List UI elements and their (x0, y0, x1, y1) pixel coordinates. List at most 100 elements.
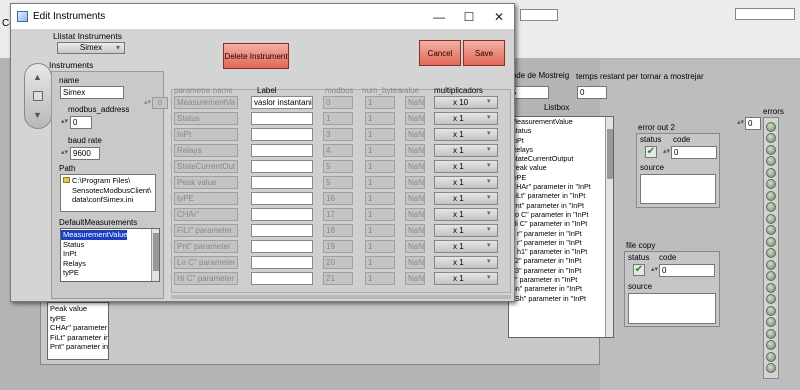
num-bytes-cell: 1 (365, 224, 395, 237)
maximize-icon[interactable]: ☐ (454, 10, 484, 24)
table-index-field[interactable]: 0 (152, 97, 168, 109)
modbus-address-field[interactable]: 0 (70, 116, 92, 129)
table-bottom-edge (171, 295, 511, 299)
error-led (766, 282, 776, 293)
list-item[interactable]: Relays (509, 145, 613, 154)
error-led (766, 121, 776, 132)
param-name-cell: FiLt" parameter (174, 224, 238, 237)
num-bytes-cell: 1 (365, 208, 395, 221)
list-item[interactable]: Peak value (509, 163, 613, 172)
list-item[interactable]: Pnt" parameter in (48, 342, 108, 352)
error-led (766, 144, 776, 155)
error-led (766, 179, 776, 189)
error-code-spinner[interactable]: ▴▾ (663, 147, 670, 155)
periode-field[interactable]: 5 (509, 86, 549, 99)
label-input[interactable] (251, 192, 313, 205)
list-item[interactable]: FiLt" parameter in (48, 333, 108, 343)
list-item[interactable]: d r" parameter in "InPt (509, 238, 613, 247)
listbox-scrollbar[interactable] (605, 117, 613, 337)
list-row: tyPE (61, 268, 159, 278)
llistat-dropdown[interactable]: Simex ▾ (57, 42, 125, 54)
list-item[interactable]: tyPE (509, 173, 613, 182)
save-button[interactable]: Save (463, 40, 505, 66)
col-header-value: value (400, 86, 420, 95)
list-item[interactable]: InPt (61, 249, 159, 259)
list-item[interactable]: o h1" parameter in "InPt (509, 247, 613, 256)
label-input[interactable] (251, 176, 313, 189)
list-item[interactable]: tyPE (61, 268, 159, 278)
label-input[interactable]: vaslor instantani (251, 96, 313, 109)
index-up-arrow-icon[interactable]: ▲ (33, 72, 42, 82)
label-input[interactable] (251, 224, 313, 237)
label-input[interactable] (251, 208, 313, 221)
param-name-cell: Pnt" parameter (174, 240, 238, 253)
index-down-arrow-icon[interactable]: ▼ (33, 110, 42, 120)
error-led (766, 259, 776, 270)
label-input[interactable] (251, 128, 313, 141)
label-input[interactable] (251, 144, 313, 157)
instruments-array-index[interactable]: ▲ ▼ (24, 63, 52, 129)
file-code-field[interactable]: 0 (659, 264, 715, 277)
list-item[interactable]: h2" parameter in "InPt (509, 256, 613, 265)
list-item[interactable]: CHAr" parameter in "InPt (509, 182, 613, 191)
default-measurements-listbox[interactable]: MeasurementValue Status InPt Relays tyPE (60, 228, 160, 282)
list-item[interactable]: InPt (509, 136, 613, 145)
list-item[interactable]: h3" parameter in "InPt (509, 266, 613, 275)
baud-spinner[interactable]: ▴▾ (61, 148, 68, 156)
file-source-field[interactable] (628, 293, 716, 324)
error-led (766, 328, 776, 339)
list-item[interactable]: Lo C" parameter in "InPt (509, 210, 613, 219)
list-item[interactable]: StateCurrentOutput (509, 154, 613, 163)
path-line: data\confSimex.ini (72, 195, 134, 204)
error-code-field[interactable]: 0 (671, 146, 717, 159)
defmeas-scrollbar[interactable] (151, 229, 159, 281)
list-item[interactable]: Hi C" parameter in "InPt (509, 219, 613, 228)
list-item[interactable]: o r" parameter in "InPt (509, 229, 613, 238)
list-item[interactable]: t Sh" parameter in "InPt (509, 294, 613, 303)
instruments-label: Instruments (49, 60, 94, 70)
label-input[interactable] (251, 112, 313, 125)
list-item[interactable]: Sn" parameter in "InPt (509, 284, 613, 293)
list-item[interactable]: MeasurementValue (61, 230, 128, 240)
modbus-spinner[interactable]: ▴▾ (61, 117, 68, 125)
bg-top-field-2[interactable] (735, 8, 795, 20)
baud-rate-field[interactable]: 9600 (70, 147, 100, 160)
cancel-button[interactable]: Cancel (419, 40, 461, 66)
name-field[interactable]: Simex (60, 86, 124, 99)
list-item[interactable]: Pnt" parameter in "InPt (509, 201, 613, 210)
error-led (766, 340, 776, 350)
bg-top-field-1[interactable] (520, 9, 558, 21)
list-item[interactable]: Peak value (48, 304, 108, 314)
list-item[interactable]: Status (61, 240, 159, 250)
label-input[interactable] (251, 256, 313, 269)
label-input[interactable] (251, 160, 313, 173)
list-item[interactable]: tyPE (48, 314, 108, 324)
list-item[interactable]: Status (509, 126, 613, 135)
errors-index-spinner[interactable]: ▴▾ (737, 118, 744, 126)
list-item[interactable]: FiLt" parameter in "InPt (509, 191, 613, 200)
file-copy-title: file copy (626, 241, 656, 250)
list-item[interactable]: d" parameter in "InPt (509, 275, 613, 284)
path-field[interactable]: C:\Program Files\ SensotecModbusClient\ da… (60, 174, 156, 212)
errors-label: errors (763, 107, 784, 116)
table-index-spinner[interactable]: ▴▾ (144, 98, 151, 106)
multiplier-dropdown-arrow-icon: ▾ (487, 210, 491, 217)
labview-app-icon (17, 11, 28, 22)
list-item[interactable]: MeasurementValue (509, 117, 613, 126)
close-icon[interactable]: ✕ (484, 10, 514, 24)
background-listbox[interactable]: MeasurementValue Status InPt Relays StateCur… (508, 116, 614, 338)
label-input[interactable] (251, 240, 313, 253)
delete-instrument-button[interactable]: Delete Instrument (223, 43, 289, 69)
bottom-left-listbox[interactable]: Peak value tyPE CHAr" parameter i FiLt" par… (47, 302, 109, 360)
error-source-field[interactable] (640, 174, 716, 204)
list-item[interactable]: CHAr" parameter i (48, 323, 108, 333)
errors-index-field[interactable]: 0 (745, 117, 761, 130)
value-cell: NaN (405, 128, 425, 141)
file-code-spinner[interactable]: ▴▾ (651, 265, 658, 273)
num-bytes-cell: 1 (365, 256, 395, 269)
list-item[interactable]: Relays (61, 259, 159, 269)
listbox-label: Listbox (544, 103, 570, 112)
minimize-icon[interactable]: — (424, 10, 454, 24)
temps-field[interactable]: 0 (577, 86, 607, 99)
label-input[interactable] (251, 272, 313, 285)
